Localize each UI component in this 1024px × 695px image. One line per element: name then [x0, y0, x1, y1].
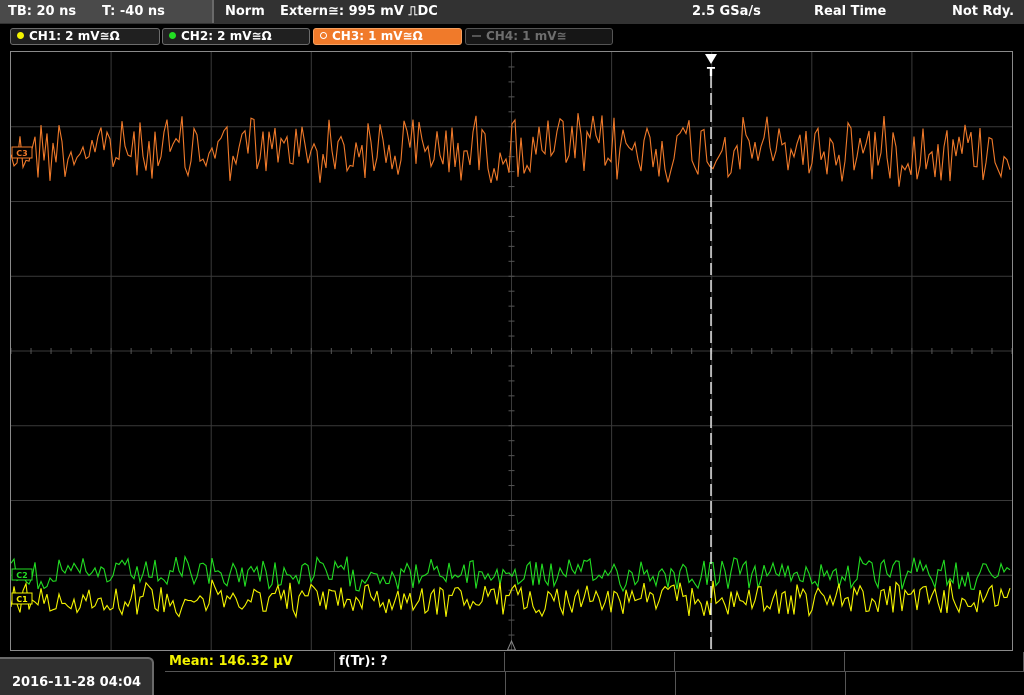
trigger-mode[interactable]: Norm: [225, 4, 265, 19]
divider: [505, 672, 506, 695]
trigger-status: Not Rdy.: [952, 4, 1015, 19]
channel-2-dot-icon: [169, 32, 176, 39]
trigger-offset-value[interactable]: T: -40 ns: [102, 4, 165, 19]
channel-2-label: CH2: 2 mV≅Ω: [181, 29, 272, 43]
channel-2-tab[interactable]: CH2: 2 mV≅Ω: [162, 28, 310, 45]
channel-1-marker: C1: [16, 595, 28, 604]
channel-4-off-icon: [472, 35, 481, 37]
channel-4-label: CH4: 1 mV≅: [486, 29, 567, 43]
channel-3-tab[interactable]: CH3: 1 mV≅Ω: [313, 28, 462, 45]
acquisition-mode[interactable]: Real Time: [814, 4, 886, 19]
datetime-box: 2016-11-28 04:04: [0, 657, 154, 695]
channel-3-marker: C3: [16, 149, 27, 158]
channel-1-tab[interactable]: CH1: 2 mV≅Ω: [10, 28, 160, 45]
channel-3-label: CH3: 1 mV≅Ω: [332, 29, 423, 43]
channel-4-tab[interactable]: CH4: 1 mV≅: [465, 28, 613, 45]
timebase-value[interactable]: TB: 20 ns: [8, 4, 76, 19]
channel-3-dot-icon: [320, 32, 327, 39]
divider: [675, 672, 676, 695]
waveform-display[interactable]: T C3 C2 C1: [10, 51, 1013, 651]
trigger-frequency[interactable]: f(Tr): ?: [339, 654, 388, 669]
waveform-canvas: T C3 C2 C1: [11, 52, 1012, 650]
channel-3-trace: [11, 113, 1011, 187]
measurement-cell-3[interactable]: [505, 652, 675, 672]
mean-measurement[interactable]: Mean: 146.32 µV: [169, 654, 293, 669]
timebase-box[interactable]: TB: 20 ns T: -40 ns: [0, 0, 214, 23]
measurement-cell-4[interactable]: [675, 652, 845, 672]
status-bar: TB: 20 ns T: -40 ns Norm Extern≅: 995 mV…: [0, 0, 1024, 24]
channel-1-dot-icon: [17, 32, 24, 39]
channel-1-trace: [11, 579, 1011, 619]
measurement-panel[interactable]: Mean: 146.32 µV f(Tr): ?: [165, 652, 1024, 695]
trigger-arrow-icon: [705, 54, 717, 64]
trigger-source[interactable]: Extern≅: 995 mV ⎍DC: [280, 4, 438, 19]
measurement-cell-5[interactable]: [845, 652, 1024, 672]
channel-tabs: CH1: 2 mV≅Ω CH2: 2 mV≅Ω CH3: 1 mV≅Ω CH4:…: [0, 24, 1024, 50]
divider: [845, 672, 846, 695]
channel-2-marker: C2: [16, 571, 27, 580]
trigger-marker: T: [707, 65, 716, 79]
sample-rate[interactable]: 2.5 GSa/s: [692, 4, 761, 19]
datetime: 2016-11-28 04:04: [12, 675, 142, 690]
channel-1-label: CH1: 2 mV≅Ω: [29, 29, 120, 43]
